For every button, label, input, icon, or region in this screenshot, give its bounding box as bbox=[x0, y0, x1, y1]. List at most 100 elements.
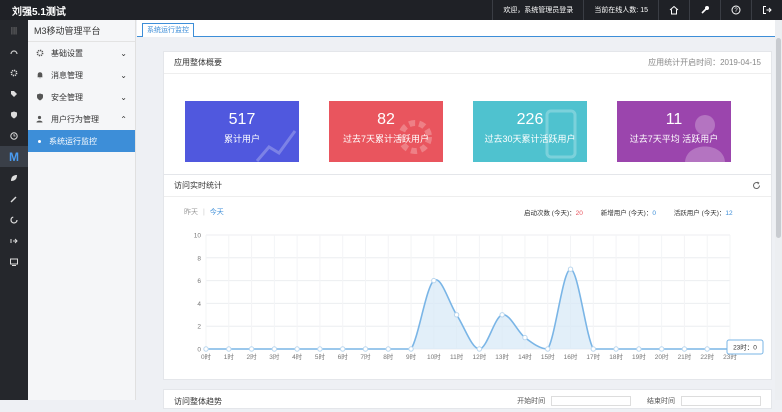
tab-yesterday[interactable]: 昨天 bbox=[184, 209, 198, 216]
dashboard-nav[interactable] bbox=[0, 41, 28, 62]
x-tick-label: 2时 bbox=[247, 352, 258, 361]
x-tick-label: 0时 bbox=[201, 352, 212, 361]
tooltip-text: 23时：0 bbox=[733, 343, 757, 352]
m-logo-nav[interactable]: M bbox=[0, 146, 28, 167]
x-tick-label: 17时 bbox=[586, 352, 600, 361]
data-point bbox=[248, 346, 255, 352]
app-title: 刘强5.1测试 bbox=[12, 6, 66, 18]
refresh-icon bbox=[10, 215, 18, 224]
sidebar-item-user-behavior[interactable]: 用户行为管理 ⌃ bbox=[28, 108, 135, 130]
day-switch: 昨天 | 今天 bbox=[184, 207, 224, 217]
bullet-icon bbox=[38, 139, 41, 143]
new-users-label: 新增用户 (今天)： bbox=[600, 210, 653, 217]
chevron-up-icon: ⌃ bbox=[120, 115, 127, 124]
data-point bbox=[522, 334, 528, 341]
chart-decoration-icon bbox=[255, 130, 297, 162]
tab-bar: 系统运行监控 bbox=[137, 20, 782, 37]
icon-sidebar: ||| M bbox=[0, 20, 28, 400]
online-count: 当前在线人数: 15 bbox=[583, 0, 658, 20]
stat-card-30day-active[interactable]: 226 过去30天累计活跃用户 bbox=[473, 101, 587, 162]
stat-card-7day-avg-active[interactable]: 11 过去7天平均 活跃用户 bbox=[617, 101, 731, 162]
data-point bbox=[431, 277, 437, 284]
sidebar-subitem-system-monitor[interactable]: 系统运行监控 bbox=[28, 130, 135, 152]
stat-card-total-users[interactable]: 517 累计用户 bbox=[185, 101, 299, 162]
realtime-header: 访问实时统计 bbox=[164, 175, 771, 197]
tab-today[interactable]: 今天 bbox=[210, 209, 224, 216]
pen-nav[interactable] bbox=[0, 188, 28, 209]
stats-start-date: 应用统计开启时间：2019-04-15 bbox=[648, 58, 761, 67]
help-icon: ? bbox=[731, 5, 741, 15]
refresh-nav[interactable] bbox=[0, 209, 28, 230]
today-stats: 启动次数 (今天)：20 新增用户 (今天)：0 活跃用户 (今天)：12 bbox=[524, 207, 733, 217]
x-tick-label: 13时 bbox=[495, 352, 509, 361]
refresh-icon[interactable] bbox=[752, 181, 761, 190]
m-logo-icon: M bbox=[9, 149, 19, 164]
realtime-card: 访问实时统计 昨天 | 今天 启动次数 (今天)：20 新增用户 (今天)：0 … bbox=[163, 174, 772, 380]
sidebar-item-label: 安全管理 bbox=[51, 92, 83, 102]
scrollbar-thumb[interactable] bbox=[776, 38, 781, 238]
data-point bbox=[339, 346, 346, 352]
tab-divider: | bbox=[202, 209, 205, 216]
gear-nav[interactable] bbox=[0, 62, 28, 83]
starts-label: 启动次数 (今天)： bbox=[524, 210, 576, 217]
data-point bbox=[317, 346, 323, 352]
start-date-label: 开始时间 bbox=[517, 397, 546, 405]
sidebar-subitem-label: 系统运行监控 bbox=[49, 136, 97, 146]
y-tick-label: 4 bbox=[197, 301, 201, 308]
date-range: 开始时间 结束时间 bbox=[517, 396, 761, 407]
start-date-input[interactable] bbox=[551, 396, 632, 407]
grid-nav[interactable]: ||| bbox=[0, 20, 28, 41]
x-tick-label: 18时 bbox=[609, 352, 623, 361]
x-tick-label: 19时 bbox=[632, 352, 646, 361]
page-scrollbar[interactable] bbox=[775, 20, 782, 400]
dashboard-icon bbox=[10, 49, 18, 54]
data-point bbox=[294, 346, 300, 352]
phone-decoration-icon bbox=[545, 109, 577, 159]
overview-title: 应用整体概要 bbox=[174, 58, 222, 67]
shield-icon bbox=[11, 111, 17, 118]
end-date-label: 结束时间 bbox=[647, 397, 676, 405]
x-tick-label: 9时 bbox=[406, 352, 417, 361]
data-point bbox=[203, 346, 209, 352]
data-point bbox=[362, 346, 369, 352]
realtime-line-chart[interactable]: 0 2 4 6 8 10 0时 1时 2时 3时 4时 5时 6时 7时 8时 9时 10时 11时 12时 13时 1… bbox=[164, 227, 771, 379]
gear-icon bbox=[10, 69, 18, 76]
sidebar-item-basic-settings[interactable]: 基础设置 ⌄ bbox=[28, 42, 135, 64]
x-tick-label: 6时 bbox=[338, 352, 349, 361]
arrow-nav[interactable] bbox=[0, 230, 28, 251]
help-button[interactable]: ? bbox=[720, 0, 751, 20]
stat-card-7day-active[interactable]: 82 过去7天累计活跃用户 bbox=[329, 101, 443, 162]
x-tick-label: 16时 bbox=[564, 352, 578, 361]
gear-decoration-icon bbox=[398, 120, 432, 154]
sidebar-item-label: 消息管理 bbox=[51, 70, 83, 80]
top-bar: 刘强5.1测试 欢迎，系统管理员登录 当前在线人数: 15 ? bbox=[0, 0, 782, 20]
data-point bbox=[567, 266, 574, 272]
shield-nav[interactable] bbox=[0, 104, 28, 125]
x-tick-label: 1时 bbox=[224, 352, 235, 361]
data-point bbox=[385, 346, 391, 352]
sidebar-item-security[interactable]: 安全管理 ⌄ bbox=[28, 86, 135, 108]
data-point bbox=[476, 346, 483, 352]
clock-nav[interactable] bbox=[0, 125, 28, 146]
leaf-nav[interactable] bbox=[0, 167, 28, 188]
end-date-input[interactable] bbox=[681, 396, 761, 407]
welcome-text: 欢迎，系统管理员登录 bbox=[492, 0, 583, 20]
y-tick-label: 8 bbox=[197, 255, 201, 262]
sidebar-item-message[interactable]: 消息管理 ⌄ bbox=[28, 64, 135, 86]
logout-button[interactable] bbox=[751, 0, 782, 20]
trend-title: 访问整体趋势 bbox=[174, 396, 222, 406]
starts-value: 20 bbox=[575, 210, 583, 217]
y-tick-label: 10 bbox=[194, 233, 202, 240]
tab-system-monitor[interactable]: 系统运行监控 bbox=[142, 23, 194, 37]
home-button[interactable] bbox=[658, 0, 689, 20]
monitor-nav[interactable] bbox=[0, 251, 28, 272]
settings-button[interactable] bbox=[689, 0, 720, 20]
x-tick-label: 11时 bbox=[450, 352, 464, 361]
tag-icon bbox=[11, 90, 17, 97]
data-point bbox=[658, 346, 665, 352]
data-point bbox=[453, 312, 460, 318]
tag-nav[interactable] bbox=[0, 83, 28, 104]
arrow-icon bbox=[10, 238, 18, 243]
x-tick-label: 14时 bbox=[518, 352, 532, 361]
x-tick-label: 15时 bbox=[541, 352, 555, 361]
